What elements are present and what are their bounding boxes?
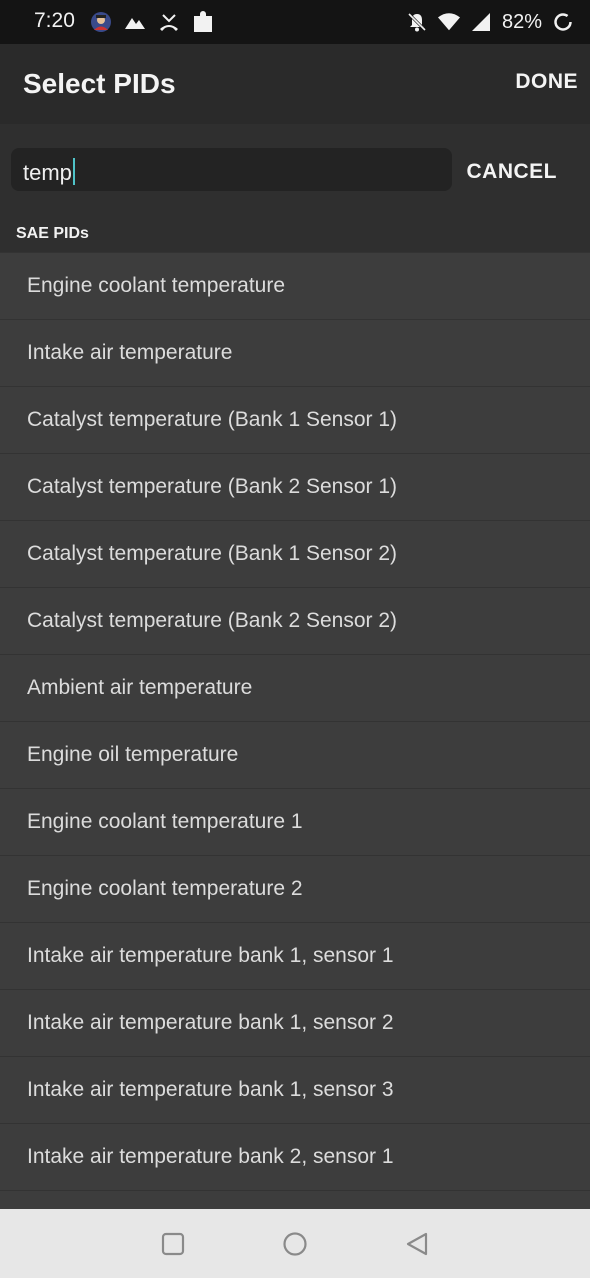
list-item[interactable]: Catalyst temperature (Bank 1 Sensor 2): [0, 520, 590, 587]
system-icons: 82%: [406, 9, 574, 35]
list-item[interactable]: Intake air temperature bank 1, sensor 1: [0, 922, 590, 989]
search-area: temp CANCEL SAE PIDs: [0, 124, 590, 252]
wifi-icon: [437, 11, 460, 33]
avatar-icon: [90, 11, 112, 33]
list-item[interactable]: Engine oil temperature: [0, 721, 590, 788]
list-item[interactable]: Ambient air temperature: [0, 654, 590, 721]
app-toolbar: Select PIDs DONE: [0, 44, 590, 124]
list-item[interactable]: [0, 1190, 590, 1209]
puzzle-icon: [192, 11, 214, 33]
signal-icon: [470, 11, 492, 33]
done-button[interactable]: DONE: [515, 70, 578, 94]
status-time: 7:20: [34, 9, 75, 32]
list-item[interactable]: Intake air temperature bank 2, sensor 1: [0, 1123, 590, 1190]
battery-percent: 82%: [501, 10, 542, 33]
search-value: temp: [23, 160, 72, 185]
missed-call-icon: [158, 11, 180, 33]
list-item[interactable]: Catalyst temperature (Bank 2 Sensor 1): [0, 453, 590, 520]
back-triangle-icon[interactable]: [402, 1229, 432, 1259]
list-item[interactable]: Intake air temperature bank 1, sensor 2: [0, 989, 590, 1056]
section-header: SAE PIDs: [16, 225, 89, 242]
battery-ring-icon: [552, 11, 574, 33]
page-title: Select PIDs: [23, 68, 176, 99]
list-item[interactable]: Catalyst temperature (Bank 1 Sensor 1): [0, 386, 590, 453]
notification-icons: [90, 9, 214, 35]
home-circle-icon[interactable]: [280, 1229, 310, 1259]
system-nav-bar: [0, 1209, 590, 1278]
search-input[interactable]: temp: [11, 148, 452, 191]
list-item[interactable]: Intake air temperature: [0, 319, 590, 386]
pid-list[interactable]: Engine coolant temperature Intake air te…: [0, 252, 590, 1209]
text-cursor: [72, 158, 75, 185]
list-item[interactable]: Engine coolant temperature 2: [0, 855, 590, 922]
status-bar: 7:20 82%: [0, 0, 590, 44]
list-item[interactable]: Catalyst temperature (Bank 2 Sensor 2): [0, 587, 590, 654]
recents-square-icon[interactable]: [158, 1229, 188, 1259]
mute-icon: [406, 11, 428, 33]
mountain-icon: [124, 11, 146, 33]
list-item[interactable]: Engine coolant temperature 1: [0, 788, 590, 855]
list-item[interactable]: Intake air temperature bank 1, sensor 3: [0, 1056, 590, 1123]
cancel-button[interactable]: CANCEL: [467, 160, 558, 184]
search-input-text: temp: [23, 158, 75, 186]
list-item[interactable]: Engine coolant temperature: [0, 252, 590, 319]
